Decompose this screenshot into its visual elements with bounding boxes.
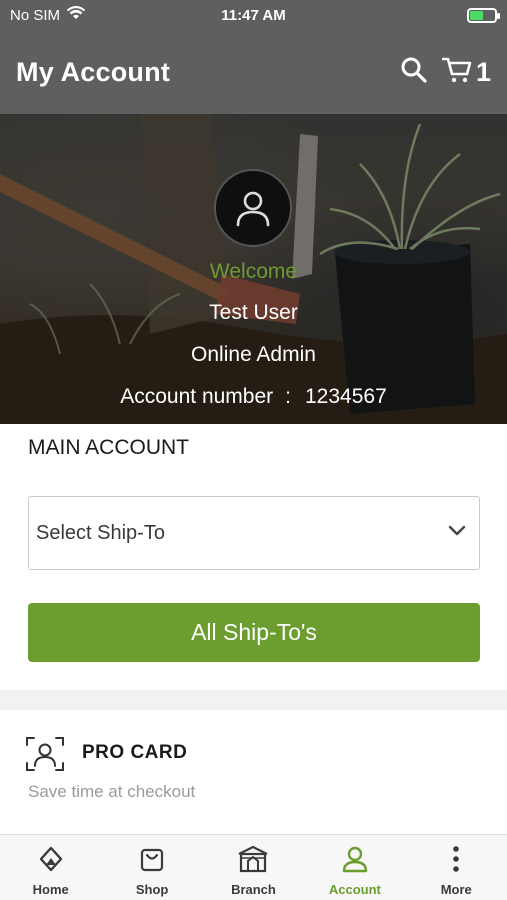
bottom-nav: Home Shop Branch Account More — [0, 834, 507, 900]
cart-icon — [441, 56, 472, 89]
shopping-bag-icon — [138, 845, 166, 878]
chevron-down-icon — [447, 524, 467, 543]
avatar[interactable] — [214, 169, 292, 247]
carrier-text: No SIM — [10, 6, 61, 24]
wifi-icon — [66, 5, 86, 25]
pro-card-section[interactable]: PRO CARD Save time at checkout — [0, 710, 507, 834]
account-user-icon — [341, 845, 369, 878]
nav-account[interactable]: Account — [304, 835, 405, 900]
account-number-label: Account number — [120, 385, 274, 408]
account-number-value: 1234567 — [305, 385, 387, 408]
nav-label-account: Account — [328, 882, 381, 897]
search-icon[interactable] — [400, 56, 428, 89]
ship-to-select[interactable]: Select Ship-To — [28, 496, 480, 570]
account-number-line: Account number : 1234567 — [0, 385, 507, 409]
app-header: My Account 1 — [0, 30, 507, 114]
username: Test User — [209, 301, 298, 324]
branch-store-icon — [237, 845, 269, 878]
nav-label-shop: Shop — [135, 882, 169, 897]
nav-more[interactable]: More — [406, 835, 507, 900]
pro-card-subtitle: Save time at checkout — [28, 782, 196, 801]
status-left: No SIM — [10, 5, 86, 25]
more-dots-icon — [442, 845, 470, 878]
page-title: My Account — [16, 56, 171, 87]
all-ship-tos-button[interactable]: All Ship-To's — [28, 603, 480, 662]
face-scan-icon — [26, 736, 64, 777]
battery-level — [470, 10, 484, 20]
battery-icon — [467, 7, 500, 23]
nav-home[interactable]: Home — [0, 835, 101, 900]
section-divider — [0, 690, 507, 710]
home-icon — [37, 845, 65, 878]
header-actions: 1 — [400, 56, 491, 89]
user-role: Online Admin — [191, 343, 316, 366]
cart-button[interactable]: 1 — [441, 56, 491, 89]
nav-label-home: Home — [32, 882, 69, 897]
account-hero: Welcome Test User Online Admin Account n… — [0, 114, 507, 424]
nav-shop[interactable]: Shop — [102, 835, 203, 900]
welcome-text: Welcome — [209, 260, 298, 283]
cart-count: 1 — [475, 56, 491, 87]
nav-branch[interactable]: Branch — [203, 835, 304, 900]
main-account-heading: MAIN ACCOUNT — [28, 436, 190, 459]
status-bar: No SIM 11:47 AM — [0, 0, 507, 30]
nav-label-branch: Branch — [231, 882, 276, 897]
user-avatar-icon — [236, 191, 270, 227]
ship-to-select-value: Select Ship-To — [36, 521, 165, 544]
nav-label-more: More — [440, 882, 472, 897]
pro-card-title: PRO CARD — [82, 742, 188, 763]
account-number-separator: : — [285, 385, 291, 408]
